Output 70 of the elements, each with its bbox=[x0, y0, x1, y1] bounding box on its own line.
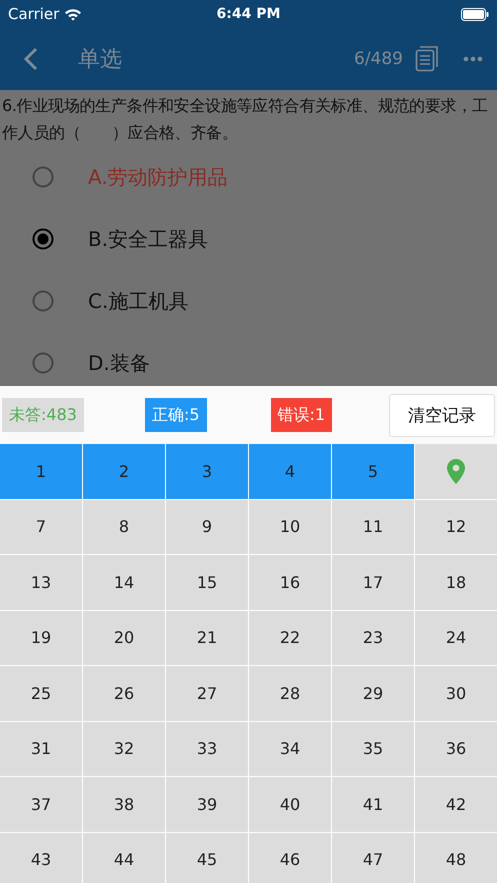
radio-button[interactable] bbox=[32, 352, 54, 374]
question-number-cell[interactable]: 11 bbox=[332, 500, 414, 554]
status-time: 6:44 PM bbox=[216, 6, 280, 22]
current-question-cell[interactable] bbox=[415, 444, 497, 498]
question-number-cell[interactable]: 22 bbox=[249, 610, 331, 665]
question-number-cell[interactable]: 7 bbox=[0, 500, 82, 554]
question-number-cell[interactable]: 41 bbox=[332, 777, 414, 832]
question-number-cell[interactable]: 38 bbox=[83, 777, 165, 832]
question-number-cell[interactable]: 19 bbox=[0, 610, 82, 665]
question-number-cell[interactable]: 30 bbox=[415, 666, 497, 720]
question-number-cell[interactable]: 37 bbox=[0, 777, 82, 832]
question-number-cell[interactable]: 43 bbox=[0, 832, 82, 883]
question-number-cell[interactable]: 21 bbox=[166, 610, 248, 665]
radio-button[interactable] bbox=[32, 290, 54, 312]
question-number-cell[interactable]: 4 bbox=[249, 444, 331, 498]
question-number-cell[interactable]: 25 bbox=[0, 666, 82, 720]
location-pin-icon bbox=[447, 458, 465, 484]
option-label[interactable]: C.施工机具 bbox=[88, 288, 188, 314]
question-number-cell[interactable]: 5 bbox=[332, 444, 414, 498]
question-number-cell[interactable]: 15 bbox=[166, 555, 248, 610]
question-number-cell[interactable]: 20 bbox=[83, 610, 165, 665]
question-number-cell[interactable]: 32 bbox=[83, 722, 165, 776]
question-number-cell[interactable]: 33 bbox=[166, 722, 248, 776]
unanswered-count-badge: 未答:483 bbox=[2, 398, 84, 432]
question-number-cell[interactable]: 44 bbox=[83, 832, 165, 883]
progress-counter: 6/489 bbox=[354, 49, 403, 69]
question-number-cell[interactable]: 8 bbox=[83, 500, 165, 554]
carrier-label: Carrier bbox=[8, 5, 60, 23]
question-number-cell[interactable]: 47 bbox=[332, 832, 414, 883]
question-number-cell[interactable]: 23 bbox=[332, 610, 414, 665]
question-number-cell[interactable]: 9 bbox=[166, 500, 248, 554]
correct-count-badge: 正确:5 bbox=[144, 398, 207, 432]
document-icon[interactable] bbox=[415, 46, 439, 72]
question-number-cell[interactable]: 34 bbox=[249, 722, 331, 776]
question-number-cell[interactable]: 35 bbox=[332, 722, 414, 776]
question-number-cell[interactable]: 45 bbox=[166, 832, 248, 883]
wrong-count-badge: 错误:1 bbox=[270, 398, 332, 432]
back-icon[interactable] bbox=[24, 47, 38, 71]
question-number-cell[interactable]: 12 bbox=[415, 500, 497, 554]
question-number-cell[interactable]: 48 bbox=[415, 832, 497, 883]
question-text: 6.作业现场的生产条件和安全设施等应符合有关标准、规范的要求，工作人员的（ ）应合格、齐备。 bbox=[1, 95, 489, 144]
battery-icon bbox=[461, 8, 489, 20]
question-number-cell[interactable]: 26 bbox=[83, 666, 165, 720]
question-number-cell[interactable]: 2 bbox=[83, 444, 165, 498]
question-number-cell[interactable]: 29 bbox=[332, 666, 414, 720]
option-label[interactable]: D.装备 bbox=[88, 350, 150, 376]
clear-records-button[interactable]: 清空记录 bbox=[389, 394, 495, 436]
question-number-cell[interactable]: 46 bbox=[249, 832, 331, 883]
question-number-cell[interactable]: 28 bbox=[249, 666, 331, 720]
question-number-cell[interactable]: 18 bbox=[415, 555, 497, 610]
question-number-cell[interactable]: 42 bbox=[415, 777, 497, 832]
question-number-cell[interactable]: 36 bbox=[415, 722, 497, 776]
question-number-cell[interactable]: 17 bbox=[332, 555, 414, 610]
wifi-icon bbox=[64, 8, 82, 20]
question-number-cell[interactable]: 3 bbox=[166, 444, 248, 498]
radio-button[interactable] bbox=[32, 228, 54, 250]
radio-button[interactable] bbox=[32, 166, 54, 188]
nav-title: 单选 bbox=[78, 46, 123, 74]
question-number-cell[interactable]: 24 bbox=[415, 610, 497, 665]
question-number-cell[interactable]: 13 bbox=[0, 555, 82, 610]
question-number-cell[interactable]: 39 bbox=[166, 777, 248, 832]
question-number-cell[interactable]: 16 bbox=[249, 555, 331, 610]
question-number-cell[interactable]: 14 bbox=[83, 555, 165, 610]
question-number-cell[interactable]: 40 bbox=[249, 777, 331, 832]
question-number-cell[interactable]: 31 bbox=[0, 722, 82, 776]
more-icon[interactable] bbox=[463, 56, 483, 62]
option-label[interactable]: B.安全工器具 bbox=[88, 226, 208, 252]
question-number-cell[interactable]: 1 bbox=[0, 444, 82, 498]
question-number-cell[interactable]: 27 bbox=[166, 666, 248, 720]
question-number-cell[interactable]: 10 bbox=[249, 500, 331, 554]
